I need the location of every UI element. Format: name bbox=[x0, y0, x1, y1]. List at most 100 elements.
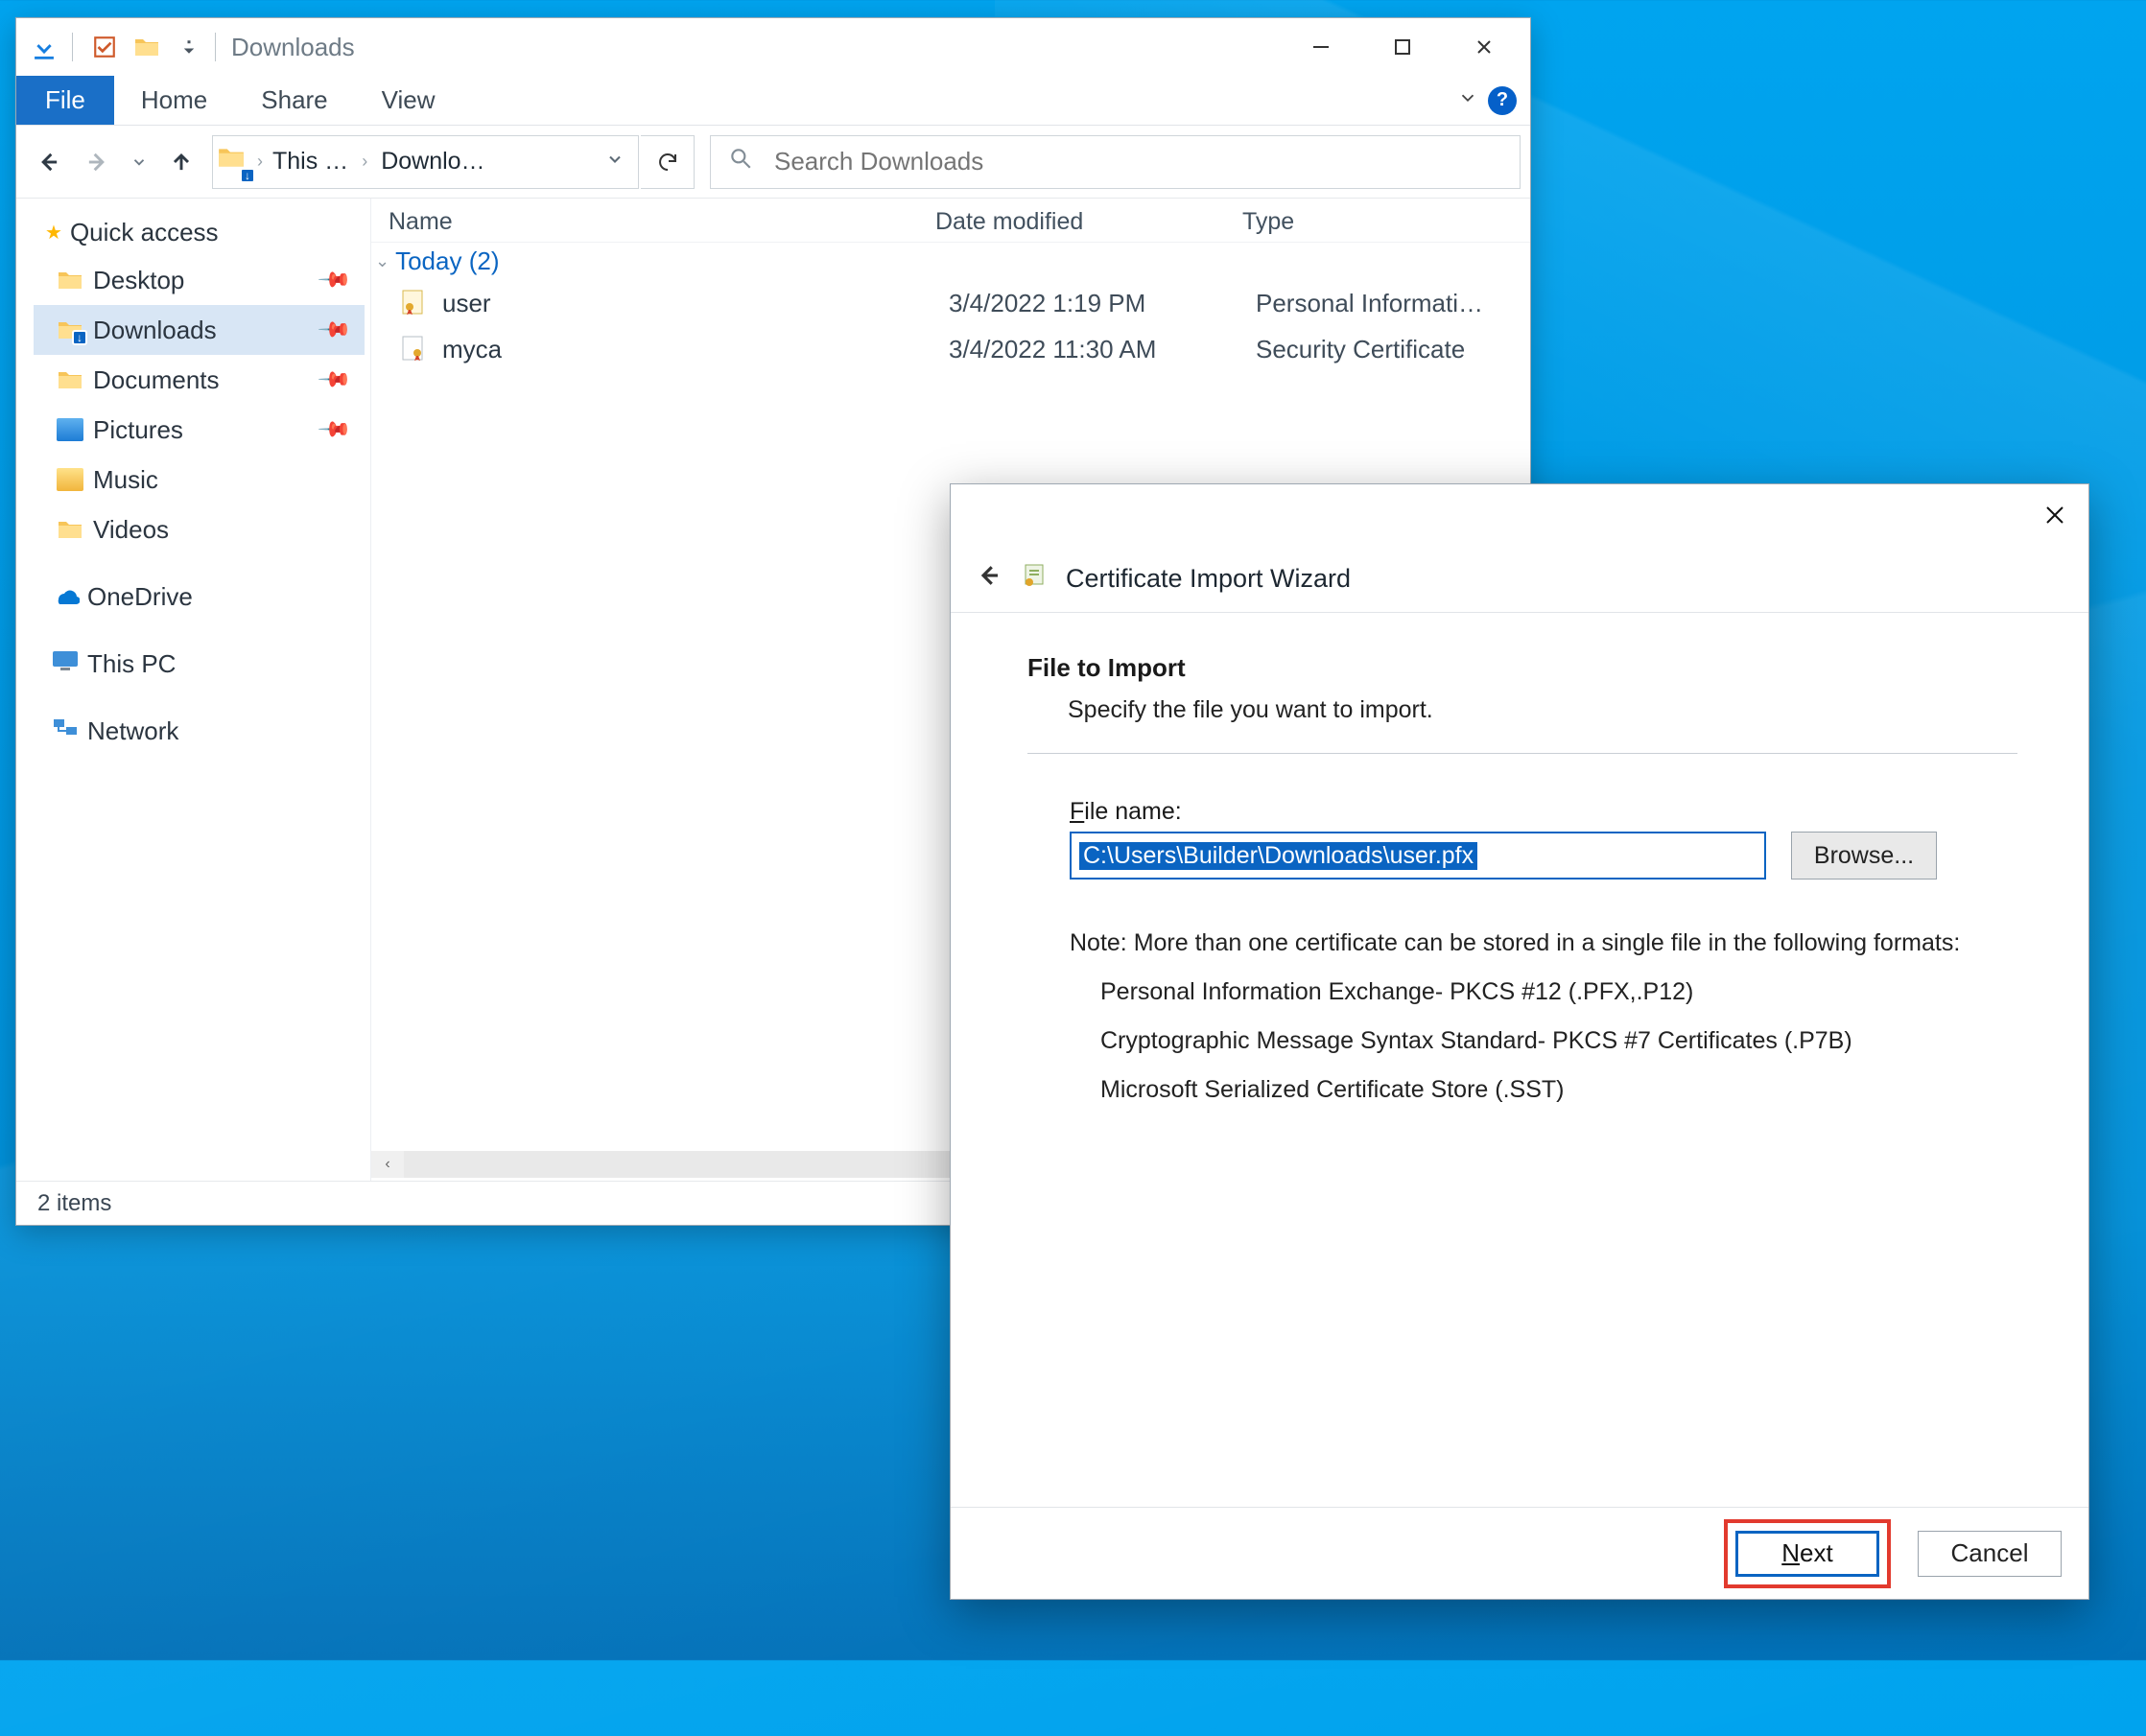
quick-access-label: Quick access bbox=[70, 218, 219, 247]
wizard-back-button[interactable] bbox=[974, 561, 1002, 598]
nav-recent-dropdown[interactable] bbox=[122, 139, 156, 185]
group-label: Today (2) bbox=[395, 246, 499, 276]
sidebar-item-network[interactable]: Network bbox=[34, 706, 365, 756]
file-name: user bbox=[442, 289, 949, 318]
nav-toolbar: ↓ › This … › Downlo… bbox=[16, 126, 1530, 199]
sidebar-item-label: Videos bbox=[93, 515, 169, 545]
note-text: Note: More than one certificate can be s… bbox=[1070, 929, 2017, 957]
help-icon[interactable]: ? bbox=[1488, 86, 1517, 115]
chevron-down-icon: ⌄ bbox=[375, 251, 389, 271]
wizard-header: Certificate Import Wizard bbox=[951, 546, 2088, 613]
certificate-pfx-icon bbox=[398, 288, 429, 318]
pin-icon: 📌 bbox=[316, 362, 352, 398]
tab-file[interactable]: File bbox=[16, 76, 114, 125]
next-button[interactable]: Next bbox=[1735, 1531, 1879, 1577]
network-icon bbox=[51, 716, 80, 747]
file-row-myca[interactable]: myca 3/4/2022 11:30 AM Security Certific… bbox=[371, 326, 1530, 372]
address-folder-icon: ↓ bbox=[217, 145, 251, 179]
file-name: myca bbox=[442, 335, 949, 364]
tab-home[interactable]: Home bbox=[114, 76, 234, 125]
address-bar[interactable]: ↓ › This … › Downlo… bbox=[212, 135, 639, 189]
explorer-titlebar[interactable]: Downloads bbox=[16, 18, 1530, 76]
sidebar-item-documents[interactable]: Documents 📌 bbox=[34, 355, 365, 405]
search-input[interactable] bbox=[774, 147, 1502, 176]
navigation-pane: ★ Quick access Desktop 📌 ↓ Downloads 📌 D… bbox=[16, 199, 371, 1181]
sidebar-item-label: Music bbox=[93, 465, 158, 495]
file-name-label: File name: bbox=[1070, 798, 2017, 826]
wizard-titlebar[interactable] bbox=[951, 484, 2088, 546]
checkbox-icon[interactable] bbox=[84, 28, 125, 66]
sidebar-item-pictures[interactable]: Pictures 📌 bbox=[34, 405, 365, 455]
sidebar-item-videos[interactable]: Videos bbox=[34, 504, 365, 554]
wizard-footer: Next Cancel bbox=[951, 1507, 2088, 1599]
column-headers[interactable]: Name Date modified Type bbox=[371, 199, 1530, 243]
certificate-import-wizard: Certificate Import Wizard File to Import… bbox=[950, 483, 2089, 1600]
file-date: 3/4/2022 1:19 PM bbox=[949, 289, 1256, 318]
nav-up-button[interactable] bbox=[158, 139, 204, 185]
browse-button[interactable]: Browse... bbox=[1791, 832, 1937, 880]
sidebar-item-label: Downloads bbox=[93, 316, 217, 345]
column-date[interactable]: Date modified bbox=[935, 208, 1242, 236]
window-controls bbox=[1280, 23, 1524, 71]
chevron-right-icon[interactable]: › bbox=[356, 152, 373, 172]
column-name[interactable]: Name bbox=[389, 208, 935, 236]
pictures-folder-icon bbox=[57, 418, 83, 441]
chevron-right-icon[interactable]: › bbox=[251, 152, 269, 172]
breadcrumb-downloads[interactable]: Downlo… bbox=[377, 148, 488, 176]
qat-customize-icon[interactable] bbox=[169, 28, 209, 66]
sidebar-item-label: This PC bbox=[87, 649, 176, 679]
nav-back-button[interactable] bbox=[26, 139, 72, 185]
refresh-button[interactable] bbox=[641, 135, 695, 189]
wizard-install-icon bbox=[1020, 561, 1049, 597]
sidebar-item-label: Desktop bbox=[93, 266, 184, 295]
maximize-button[interactable] bbox=[1361, 23, 1443, 71]
certificate-icon bbox=[398, 334, 429, 364]
pin-icon: 📌 bbox=[316, 411, 352, 448]
breadcrumb-thispc[interactable]: This … bbox=[269, 148, 352, 176]
minimize-button[interactable] bbox=[1280, 23, 1361, 71]
scroll-left-button[interactable]: ‹ bbox=[371, 1151, 404, 1178]
pin-icon: 📌 bbox=[316, 312, 352, 348]
sidebar-item-onedrive[interactable]: OneDrive bbox=[34, 572, 365, 622]
star-icon: ★ bbox=[45, 221, 62, 245]
close-button[interactable] bbox=[2031, 491, 2079, 539]
folder-icon bbox=[57, 368, 83, 391]
videos-folder-icon bbox=[57, 518, 83, 541]
ribbon-collapse-icon[interactable] bbox=[1457, 87, 1478, 114]
section-subtext: Specify the file you want to import. bbox=[1068, 696, 2017, 724]
column-type[interactable]: Type bbox=[1242, 208, 1521, 236]
file-name-value: C:\Users\Builder\Downloads\user.pfx bbox=[1079, 842, 1477, 870]
cancel-button[interactable]: Cancel bbox=[1918, 1531, 2062, 1577]
file-type: Personal Informati… bbox=[1256, 289, 1530, 318]
item-count: 2 items bbox=[37, 1190, 111, 1217]
address-dropdown-icon[interactable] bbox=[605, 149, 634, 176]
folder-icon[interactable] bbox=[127, 28, 167, 66]
search-box[interactable] bbox=[710, 135, 1521, 189]
group-header-today[interactable]: ⌄ Today (2) bbox=[371, 243, 1530, 280]
file-row-user[interactable]: user 3/4/2022 1:19 PM Personal Informati… bbox=[371, 280, 1530, 326]
close-button[interactable] bbox=[1443, 23, 1524, 71]
sidebar-item-thispc[interactable]: This PC bbox=[34, 639, 365, 689]
pin-icon: 📌 bbox=[316, 262, 352, 298]
nav-forward-button[interactable] bbox=[74, 139, 120, 185]
window-title: Downloads bbox=[231, 33, 355, 62]
sidebar-item-downloads[interactable]: ↓ Downloads 📌 bbox=[34, 305, 365, 355]
download-arrow-icon bbox=[24, 28, 64, 66]
sidebar-item-label: Network bbox=[87, 716, 178, 746]
format-pfx: Personal Information Exchange- PKCS #12 … bbox=[1100, 978, 2017, 1006]
sidebar-quick-access[interactable]: ★ Quick access bbox=[34, 212, 365, 255]
search-icon bbox=[728, 146, 753, 177]
file-name-input[interactable]: C:\Users\Builder\Downloads\user.pfx bbox=[1070, 832, 1766, 880]
tab-view[interactable]: View bbox=[355, 76, 462, 125]
wizard-body: File to Import Specify the file you want… bbox=[951, 613, 2088, 1507]
folder-icon bbox=[57, 269, 83, 292]
sidebar-item-desktop[interactable]: Desktop 📌 bbox=[34, 255, 365, 305]
tab-share[interactable]: Share bbox=[234, 76, 354, 125]
format-sst: Microsoft Serialized Certificate Store (… bbox=[1100, 1076, 2017, 1104]
ribbon-tabs: File Home Share View ? bbox=[16, 76, 1530, 126]
folder-icon: ↓ bbox=[57, 318, 83, 341]
sidebar-item-label: Documents bbox=[93, 365, 220, 395]
quick-access-toolbar bbox=[22, 28, 209, 66]
sidebar-item-music[interactable]: Music bbox=[34, 455, 365, 504]
wizard-title: Certificate Import Wizard bbox=[1066, 564, 1351, 594]
